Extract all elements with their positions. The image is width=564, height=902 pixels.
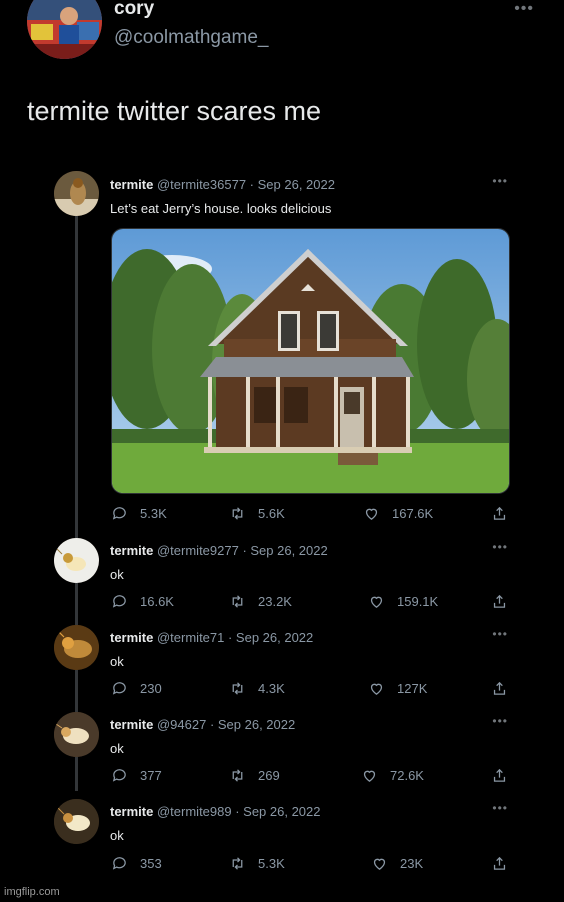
reply-icon — [112, 769, 126, 782]
tweet-meta[interactable]: @termite9277 · Sep 26, 2022 — [157, 543, 328, 558]
tweet-header: termite @termite9277 · Sep 26, 2022 — [110, 543, 328, 558]
tweet-author-name[interactable]: termite — [110, 177, 153, 192]
termite-avatar[interactable] — [54, 625, 99, 670]
termite-avatar[interactable] — [54, 712, 99, 757]
author-header: cory @coolmathgame_ ••• — [0, 0, 564, 90]
reply-icon — [112, 857, 126, 870]
retweet-count: 4.3K — [258, 681, 285, 696]
thread-connector-line — [75, 216, 78, 791]
like-count: 72.6K — [390, 768, 424, 783]
heart-icon — [365, 508, 378, 520]
retweet-button[interactable]: 5.6K — [229, 505, 285, 522]
termite-avatar[interactable] — [54, 799, 99, 844]
reply-count: 230 — [140, 681, 162, 696]
reply-icon — [112, 682, 126, 695]
retweet-button[interactable]: 4.3K — [229, 680, 285, 697]
retweet-icon — [232, 682, 243, 695]
more-options-icon[interactable]: ••• — [492, 540, 508, 554]
like-button[interactable]: 72.6K — [361, 767, 424, 784]
heart-icon — [370, 596, 383, 608]
reply-button[interactable]: 377 — [111, 767, 162, 784]
retweet-button[interactable]: 269 — [229, 767, 280, 784]
tweet-author-name[interactable]: termite — [110, 804, 153, 819]
reply-icon — [112, 595, 126, 608]
share-button[interactable] — [491, 855, 508, 875]
like-button[interactable]: 167.6K — [363, 505, 433, 522]
main-tweet-text: termite twitter scares me — [27, 96, 322, 126]
heart-icon — [370, 683, 383, 695]
author-name[interactable]: cory — [114, 0, 154, 20]
heart-icon — [363, 770, 376, 782]
tweet-text: ok — [110, 741, 124, 756]
reply-count: 5.3K — [140, 506, 167, 521]
tweet-meta[interactable]: @termite36577 · Sep 26, 2022 — [157, 177, 335, 192]
more-options-icon[interactable]: ••• — [492, 627, 508, 641]
tweet-text: ok — [110, 828, 124, 843]
reply-button[interactable]: 16.6K — [111, 593, 174, 610]
reply-button[interactable]: 5.3K — [111, 505, 167, 522]
tweet-text: Let’s eat Jerry’s house. looks delicious — [110, 201, 332, 216]
like-count: 167.6K — [392, 506, 434, 521]
author-avatar[interactable] — [27, 0, 102, 59]
retweet-icon — [232, 857, 243, 870]
tweet-actions: 5.3K 5.6K 167.6K — [0, 505, 564, 525]
tweet-text: ok — [110, 567, 124, 582]
tweet-meta[interactable]: @termite989 · Sep 26, 2022 — [157, 804, 321, 819]
retweet-count: 5.3K — [258, 856, 285, 871]
more-options-icon[interactable]: ••• — [492, 714, 508, 728]
retweet-count: 269 — [258, 768, 280, 783]
tweet-actions: 377 269 72.6K — [0, 767, 564, 787]
like-button[interactable]: 159.1K — [368, 593, 438, 610]
tweet-author-name[interactable]: termite — [110, 543, 153, 558]
retweet-count: 5.6K — [258, 506, 285, 521]
share-icon — [493, 681, 506, 695]
tweet-actions: 230 4.3K 127K — [0, 680, 564, 700]
retweet-icon — [232, 507, 243, 520]
reply-button[interactable]: 353 — [111, 855, 162, 872]
share-icon — [493, 594, 506, 608]
retweet-icon — [232, 595, 243, 608]
tweet-meta[interactable]: @termite71 · Sep 26, 2022 — [157, 630, 313, 645]
tweet-header: termite @94627 · Sep 26, 2022 — [110, 717, 295, 732]
more-options-icon[interactable]: ••• — [492, 174, 508, 188]
retweet-count: 23.2K — [258, 594, 292, 609]
reply-count: 353 — [140, 856, 162, 871]
share-icon — [493, 506, 506, 520]
tweet-meta[interactable]: @94627 · Sep 26, 2022 — [157, 717, 295, 732]
reply-button[interactable]: 230 — [111, 680, 162, 697]
tweet-actions: 16.6K 23.2K 159.1K — [0, 593, 564, 613]
reply-count: 16.6K — [140, 594, 174, 609]
tweet-header: termite @termite71 · Sep 26, 2022 — [110, 630, 313, 645]
share-button[interactable] — [491, 767, 508, 787]
reply-count: 377 — [140, 768, 162, 783]
share-icon — [493, 856, 506, 870]
share-icon — [493, 768, 506, 782]
like-count: 127K — [397, 681, 428, 696]
termite-avatar[interactable] — [54, 171, 99, 216]
tweet-actions: 353 5.3K 23K — [0, 855, 564, 875]
retweet-button[interactable]: 23.2K — [229, 593, 292, 610]
like-count: 23K — [400, 856, 424, 871]
author-handle[interactable]: @coolmathgame_ — [114, 27, 268, 49]
termite-avatar[interactable] — [54, 538, 99, 583]
more-options-icon[interactable]: ••• — [492, 801, 508, 815]
tweet-header: termite @termite36577 · Sep 26, 2022 — [110, 177, 335, 192]
reply-icon — [112, 507, 126, 520]
share-button[interactable] — [491, 593, 508, 613]
share-button[interactable] — [491, 680, 508, 700]
tweet-header: termite @termite989 · Sep 26, 2022 — [110, 804, 321, 819]
heart-icon — [373, 858, 386, 870]
like-button[interactable]: 23K — [371, 855, 423, 872]
like-button[interactable]: 127K — [368, 680, 427, 697]
tweet-author-name[interactable]: termite — [110, 630, 153, 645]
tweet-text: ok — [110, 654, 124, 669]
tweet-author-name[interactable]: termite — [110, 717, 153, 732]
watermark: imgflip.com — [4, 886, 60, 898]
retweet-icon — [232, 769, 243, 782]
house-photo[interactable] — [111, 228, 510, 494]
more-options-icon[interactable]: ••• — [514, 0, 534, 18]
retweet-button[interactable]: 5.3K — [229, 855, 285, 872]
like-count: 159.1K — [397, 594, 439, 609]
share-button[interactable] — [491, 505, 508, 525]
